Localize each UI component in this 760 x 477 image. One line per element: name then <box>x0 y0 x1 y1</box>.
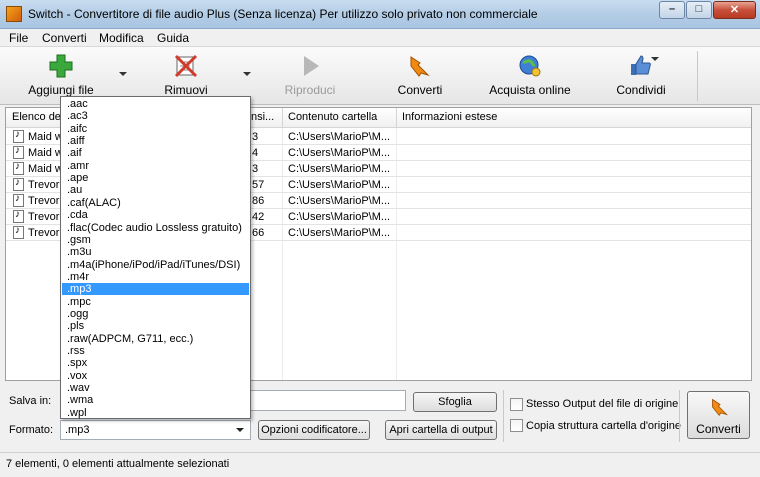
format-option[interactable]: .mpc <box>62 296 249 308</box>
format-label: Formato: <box>9 424 54 436</box>
format-option[interactable]: .ogg <box>62 308 249 320</box>
format-option[interactable]: .pls <box>62 320 249 332</box>
chevron-down-icon <box>236 428 244 432</box>
convert-toolbar-button[interactable]: Converti <box>382 49 458 103</box>
menu-converti[interactable]: Converti <box>42 31 87 45</box>
format-select[interactable]: .mp3 <box>60 420 251 440</box>
status-bar: 7 elementi, 0 elementi attualmente selez… <box>0 452 760 477</box>
buy-online-button[interactable]: Acquista online <box>485 49 575 103</box>
audio-file-icon <box>13 161 24 175</box>
format-option[interactable]: .au <box>62 184 249 196</box>
col-extended-info[interactable]: Informazioni estese <box>402 111 497 123</box>
add-files-button[interactable]: Aggiungi file <box>14 49 108 103</box>
format-option[interactable]: .m4r <box>62 271 249 283</box>
remove-icon <box>174 54 198 78</box>
format-option[interactable]: .caf(ALAC) <box>62 197 249 209</box>
format-option[interactable]: .aac <box>62 98 249 110</box>
format-option[interactable]: .wpl <box>62 407 249 419</box>
format-dropdown-list[interactable]: .aac .ac3 .aifc .aiff .aif .amr .ape .au .caf(AL… <box>60 96 251 419</box>
copy-structure-checkbox[interactable] <box>510 419 523 432</box>
minimize-button[interactable]: – <box>659 1 685 19</box>
open-output-folder-button[interactable]: Apri cartella di output <box>385 420 497 440</box>
format-option[interactable]: .raw(ADPCM, G711, ecc.) <box>62 333 249 345</box>
format-option[interactable]: .aifc <box>62 123 249 135</box>
format-option[interactable]: .wav <box>62 382 249 394</box>
close-button[interactable]: ✕ <box>713 1 756 19</box>
maximize-button[interactable]: □ <box>686 1 712 19</box>
format-option[interactable]: .amr <box>62 160 249 172</box>
format-option[interactable]: .spx <box>62 357 249 369</box>
col-size[interactable]: nsi... <box>251 111 274 123</box>
audio-file-icon <box>13 177 24 191</box>
app-icon <box>6 6 22 22</box>
format-option[interactable]: .flac(Codec audio Lossless gratuito) <box>62 222 249 234</box>
format-option[interactable]: .aiff <box>62 135 249 147</box>
format-option[interactable]: .wma <box>62 394 249 406</box>
menu-file[interactable]: File <box>9 31 28 45</box>
add-files-dropdown-arrow[interactable] <box>119 72 127 76</box>
globe-icon <box>519 55 541 77</box>
status-text: 7 elementi, 0 elementi attualmente selez… <box>6 458 230 470</box>
save-in-label: Salva in: <box>9 395 52 407</box>
audio-file-icon <box>13 193 24 207</box>
divider <box>503 390 504 442</box>
audio-file-icon <box>13 209 24 223</box>
format-option[interactable]: .rss <box>62 345 249 357</box>
toolbar-separator <box>697 51 698 101</box>
audio-file-icon <box>13 225 24 239</box>
format-option[interactable]: .aif <box>62 147 249 159</box>
format-option[interactable]: .m4a(iPhone/iPod/iPad/iTunes/DSI) <box>62 259 249 271</box>
menu-guida[interactable]: Guida <box>157 31 189 45</box>
convert-icon <box>712 398 729 417</box>
audio-file-icon <box>13 129 24 143</box>
format-option[interactable]: .gsm <box>62 234 249 246</box>
window-title: Switch - Convertitore di file audio Plus… <box>28 7 538 21</box>
menu-bar: File Converti Modifica Guida <box>0 29 760 47</box>
same-output-label: Stesso Output del file di origine <box>526 398 679 410</box>
format-option[interactable]: .vox <box>62 370 249 382</box>
plus-icon <box>49 54 73 78</box>
menu-modifica[interactable]: Modifica <box>99 31 144 45</box>
share-dropdown-arrow[interactable] <box>651 57 659 61</box>
remove-dropdown-arrow[interactable] <box>243 72 251 76</box>
format-option[interactable]: .cda <box>62 209 249 221</box>
play-button[interactable]: Riproduci <box>270 49 350 103</box>
format-option[interactable]: .ac3 <box>62 110 249 122</box>
share-button[interactable]: Condividi <box>604 49 678 103</box>
convert-button[interactable]: Converti <box>687 391 750 439</box>
thumbs-up-icon <box>631 55 651 75</box>
browse-button[interactable]: Sfoglia <box>413 392 497 412</box>
copy-structure-label: Copia struttura cartella d'origine <box>526 420 681 432</box>
encoder-options-button[interactable]: Opzioni codificatore... <box>258 420 370 440</box>
col-folder[interactable]: Contenuto cartella <box>288 111 377 123</box>
play-icon <box>304 56 319 76</box>
format-option[interactable]: .ape <box>62 172 249 184</box>
remove-button[interactable]: Rimuovi <box>140 49 232 103</box>
audio-file-icon <box>13 145 24 159</box>
col-file-list[interactable]: Elenco dei <box>12 111 63 123</box>
divider <box>679 390 680 442</box>
convert-icon <box>410 56 430 77</box>
title-bar: Switch - Convertitore di file audio Plus… <box>0 0 760 29</box>
format-option[interactable]: .mp3 <box>62 283 249 296</box>
format-option[interactable]: .m3u <box>62 246 249 258</box>
same-output-checkbox[interactable] <box>510 398 523 411</box>
